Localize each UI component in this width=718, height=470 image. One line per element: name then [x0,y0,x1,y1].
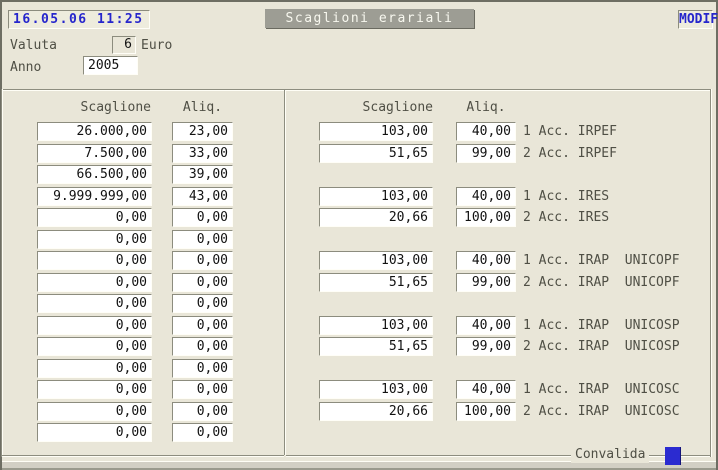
scaglione-field[interactable]: 51,65 [319,144,433,163]
page-title: Scaglioni erariali [265,9,474,28]
aliq-field[interactable]: 0,00 [172,402,233,421]
row-label: 2 Acc. IRES [523,208,713,227]
aliq-field[interactable]: 0,00 [172,380,233,399]
text-cursor [665,447,681,465]
row-label: 2 Acc. IRAP UNICOSP [523,337,713,356]
valuta-label: Valuta [10,37,57,54]
aliq-field[interactable]: 23,00 [172,122,233,141]
scaglione-field[interactable]: 7.500,00 [37,144,152,163]
aliq-field[interactable]: 99,00 [456,273,516,292]
row-label: 1 Acc. IRAP UNICOSC [523,380,713,399]
row-label: 1 Acc. IRES [523,187,713,206]
aliq-field[interactable]: 39,00 [172,165,233,184]
panel-divider-bottom-left [2,455,284,457]
anno-label: Anno [10,59,41,76]
valuta-field[interactable]: 6 [112,36,136,54]
scaglione-field[interactable]: 0,00 [37,423,152,442]
row-label: 2 Acc. IRAP UNICOPF [523,273,713,292]
app-window: 16.05.06 11:25 Scaglioni erariali MODIF … [0,0,718,470]
aliq-field[interactable]: 40,00 [456,316,516,335]
aliq-field[interactable]: 99,00 [456,144,516,163]
scaglione-field[interactable]: 103,00 [319,122,433,141]
scaglione-field[interactable]: 0,00 [37,230,152,249]
scaglione-field[interactable]: 51,65 [319,273,433,292]
scaglione-field[interactable]: 26.000,00 [37,122,152,141]
scaglione-field[interactable]: 66.500,00 [37,165,152,184]
aliq-field[interactable]: 100,00 [456,208,516,227]
aliq-field[interactable]: 0,00 [172,423,233,442]
convalida-button[interactable]: Convalida [571,446,649,463]
aliq-field[interactable]: 0,00 [172,230,233,249]
datetime-display: 16.05.06 11:25 [8,10,150,29]
scaglione-field[interactable]: 20,66 [319,208,433,227]
row-label: 1 Acc. IRPEF [523,122,713,141]
scaglione-field[interactable]: 103,00 [319,251,433,270]
scaglione-field[interactable]: 103,00 [319,380,433,399]
aliq-field[interactable]: 40,00 [456,380,516,399]
aliq-field[interactable]: 0,00 [172,273,233,292]
scaglione-field[interactable]: 20,66 [319,402,433,421]
anno-field[interactable]: 2005 [83,56,138,75]
scaglione-field[interactable]: 103,00 [319,316,433,335]
valuta-unit-label: Euro [141,37,172,54]
panel-border-left [1,89,3,457]
row-label: 1 Acc. IRAP UNICOPF [523,251,713,270]
panel-divider-top [1,89,712,91]
aliq-field[interactable]: 40,00 [456,122,516,141]
scaglione-field[interactable]: 0,00 [37,273,152,292]
aliq-field[interactable]: 99,00 [456,337,516,356]
scaglione-field[interactable]: 0,00 [37,402,152,421]
scaglione-field[interactable]: 9.999.999,00 [37,187,152,206]
window-border-top [0,0,718,2]
aliq-field[interactable]: 0,00 [172,316,233,335]
scaglione-field[interactable]: 0,00 [37,294,152,313]
panel-divider-middle [284,90,286,455]
scaglione-field[interactable]: 51,65 [319,337,433,356]
left-scaglione-header: Scaglione [37,100,151,116]
mode-badge: MODIF [678,10,713,29]
scaglione-field[interactable]: 0,00 [37,359,152,378]
aliq-field[interactable]: 100,00 [456,402,516,421]
right-aliq-header: Aliq. [456,100,516,116]
aliq-field[interactable]: 33,00 [172,144,233,163]
scaglione-field[interactable]: 0,00 [37,337,152,356]
aliq-field[interactable]: 0,00 [172,294,233,313]
row-label: 1 Acc. IRAP UNICOSP [523,316,713,335]
right-scaglione-header: Scaglione [319,100,433,116]
aliq-field[interactable]: 40,00 [456,251,516,270]
aliq-field[interactable]: 0,00 [172,251,233,270]
scaglione-field[interactable]: 0,00 [37,380,152,399]
row-label: 2 Acc. IRAP UNICOSC [523,402,713,421]
aliq-field[interactable]: 43,00 [172,187,233,206]
scaglione-field[interactable]: 0,00 [37,208,152,227]
aliq-field[interactable]: 0,00 [172,337,233,356]
row-label: 2 Acc. IRPEF [523,144,713,163]
aliq-field[interactable]: 40,00 [456,187,516,206]
scaglione-field[interactable]: 0,00 [37,316,152,335]
left-aliq-header: Aliq. [172,100,233,116]
scaglione-field[interactable]: 0,00 [37,251,152,270]
aliq-field[interactable]: 0,00 [172,359,233,378]
scaglione-field[interactable]: 103,00 [319,187,433,206]
aliq-field[interactable]: 0,00 [172,208,233,227]
